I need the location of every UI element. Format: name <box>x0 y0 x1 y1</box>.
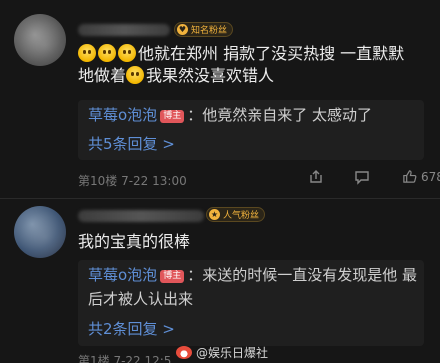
reply-preview[interactable]: 草莓o泡泡 博主 ：他竟然亲自来了 太感动了 共5条回复 > <box>78 100 424 160</box>
crying-emoji-icon <box>98 44 116 62</box>
avatar[interactable] <box>14 206 66 258</box>
comment-item: ★ 人气粉丝 我的宝真的很棒 草莓o泡泡 博主 ：来送的时候一直没有发现是他 最 后… <box>0 198 440 363</box>
comment-icon[interactable] <box>354 169 370 185</box>
comment-text: 我的宝真的很棒 <box>78 232 191 251</box>
watermark-text: @娱乐日爆社 <box>195 346 268 360</box>
fan-badge-label: 知名粉丝 <box>191 26 228 36</box>
username-blurred[interactable] <box>78 210 204 222</box>
fan-badge-label: 人气粉丝 <box>223 211 260 221</box>
crying-emoji-icon <box>78 44 96 62</box>
reply-line: 草莓o泡泡 博主 ：他竟然亲自来了 太感动了 <box>88 104 372 126</box>
comment-text-line-2: 地做着 我果然没喜欢错人 <box>78 64 274 88</box>
username-blurred[interactable] <box>78 24 170 36</box>
reply-line: 后才被人认出来 <box>88 290 194 308</box>
more-replies-link[interactable]: 共5条回复 > <box>88 133 175 154</box>
like-count: 678 <box>421 169 440 184</box>
comment-meta: 第10楼 7-22 13:00 <box>78 174 187 188</box>
reply-preview[interactable]: 草莓o泡泡 博主 ：来送的时候一直没有发现是他 最 后才被人认出来 共2条回复 > <box>78 260 424 346</box>
comment-text-line-1: 他就在郑州 捐款了没买热搜 一直默默 <box>78 42 404 66</box>
comment-text: 他就在郑州 捐款了没买热搜 一直默默 <box>138 44 405 63</box>
comment-text: 我果然没喜欢错人 <box>146 66 275 85</box>
thumbs-up-icon <box>402 169 417 184</box>
fan-badge[interactable]: ♥ 知名粉丝 <box>174 22 234 37</box>
comment-meta: 第1楼 7-22 12:5 <box>78 354 172 363</box>
avatar[interactable] <box>14 14 66 66</box>
watermark: @娱乐日爆社 <box>175 344 268 361</box>
share-icon[interactable] <box>308 169 324 185</box>
reply-text: ：来送的时候一直没有发现是他 最 <box>187 266 417 284</box>
crying-emoji-icon <box>118 44 136 62</box>
reply-text: ：他竟然亲自来了 太感动了 <box>187 106 372 124</box>
comment-text: 地做着 <box>78 66 127 85</box>
more-replies-link[interactable]: 共2条回复 > <box>88 318 175 339</box>
reply-line: 草莓o泡泡 博主 ：来送的时候一直没有发现是他 最 <box>88 264 417 286</box>
like-button[interactable]: 678 <box>402 169 440 184</box>
op-badge: 博主 <box>160 110 185 123</box>
crying-emoji-icon <box>126 66 145 84</box>
reply-author-link[interactable]: 草莓o泡泡 <box>88 266 157 284</box>
comment-item: ♥ 知名粉丝 他就在郑州 捐款了没买热搜 一直默默 地做着 我果然没喜欢错人 草莓… <box>0 0 440 198</box>
fan-badge-icon: ★ <box>209 209 220 220</box>
reply-author-link[interactable]: 草莓o泡泡 <box>88 106 157 124</box>
fan-badge-icon: ♥ <box>177 24 188 35</box>
fan-badge[interactable]: ★ 人气粉丝 <box>206 207 266 222</box>
op-badge: 博主 <box>160 270 185 283</box>
weibo-icon <box>175 346 192 359</box>
